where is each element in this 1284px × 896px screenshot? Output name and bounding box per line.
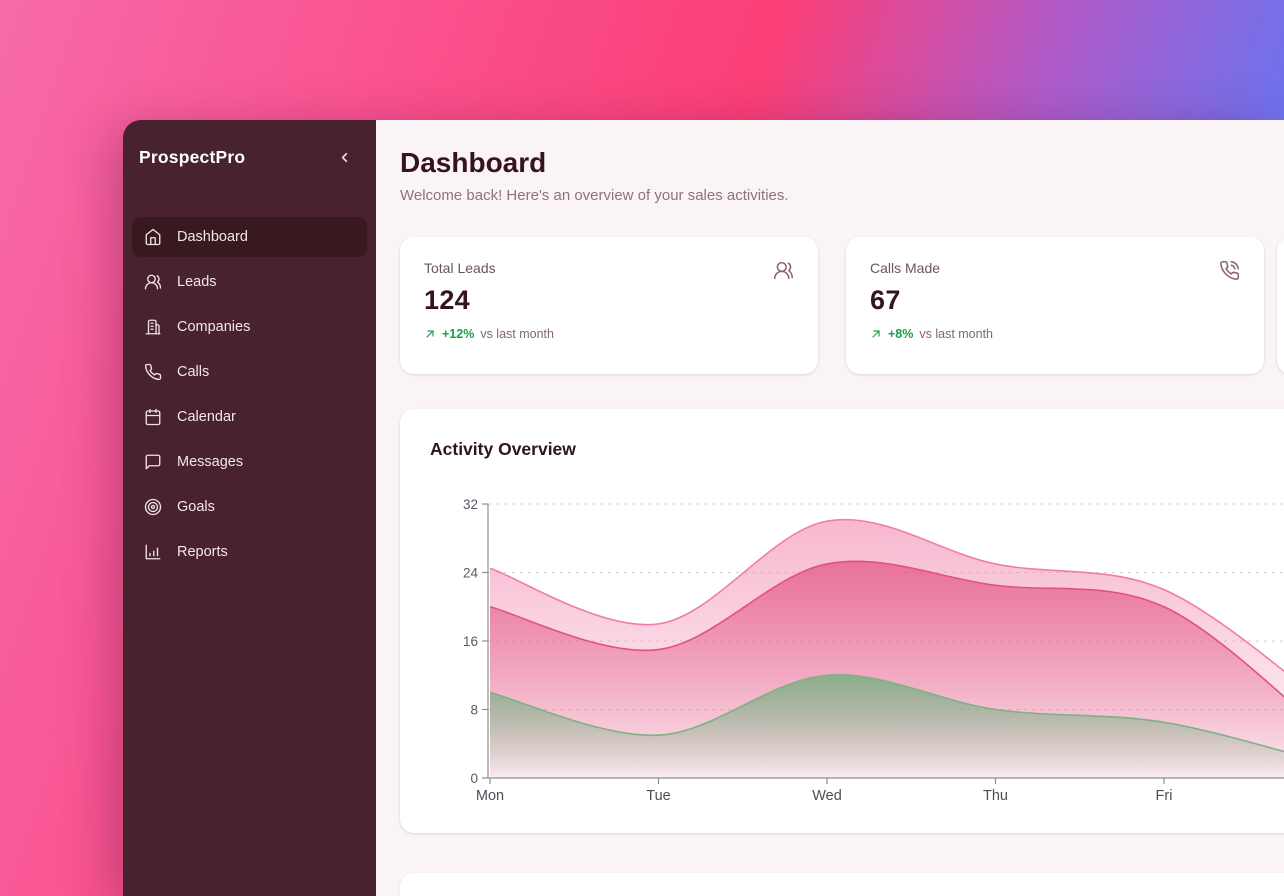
users-round-icon bbox=[773, 260, 794, 281]
page-title: Dashboard bbox=[400, 146, 1284, 180]
svg-text:Mon: Mon bbox=[476, 788, 504, 804]
building-icon bbox=[144, 318, 162, 336]
stat-change-suffix: vs last month bbox=[919, 327, 993, 341]
stats-row: Total Leads 124 +12% vs last month Calls… bbox=[400, 237, 1284, 374]
stat-change-suffix: vs last month bbox=[480, 327, 554, 341]
stat-card-clipped bbox=[1277, 237, 1284, 374]
stat-change: +8% vs last month bbox=[870, 327, 1240, 341]
stat-change-percent: +8% bbox=[888, 327, 913, 341]
stat-change-percent: +12% bbox=[442, 327, 474, 341]
sidebar-collapse-button[interactable] bbox=[333, 146, 356, 169]
next-section-card-clipped bbox=[400, 873, 1284, 896]
sidebar-item-label: Goals bbox=[177, 499, 215, 515]
phone-icon bbox=[144, 363, 162, 381]
svg-text:8: 8 bbox=[470, 703, 478, 718]
svg-text:32: 32 bbox=[463, 497, 478, 512]
sidebar-item-label: Calls bbox=[177, 364, 209, 380]
sidebar-item-label: Dashboard bbox=[177, 229, 248, 245]
svg-text:Fri: Fri bbox=[1156, 788, 1173, 804]
sidebar-item-leads[interactable]: Leads bbox=[132, 262, 367, 302]
activity-overview-card: Activity Overview 08162432MonTueWedThuFr… bbox=[400, 409, 1284, 833]
stat-value: 124 bbox=[424, 285, 794, 316]
page-subtitle: Welcome back! Here's an overview of your… bbox=[400, 185, 1284, 207]
svg-text:16: 16 bbox=[463, 634, 478, 649]
bar-chart-icon bbox=[144, 543, 162, 561]
sidebar-item-label: Calendar bbox=[177, 409, 236, 425]
svg-text:Thu: Thu bbox=[983, 788, 1008, 804]
sidebar-item-calendar[interactable]: Calendar bbox=[132, 397, 367, 437]
main-content: Dashboard Welcome back! Here's an overvi… bbox=[376, 120, 1284, 896]
sidebar-item-companies[interactable]: Companies bbox=[132, 307, 367, 347]
sidebar-item-reports[interactable]: Reports bbox=[132, 532, 367, 572]
stat-card-total-leads: Total Leads 124 +12% vs last month bbox=[400, 237, 818, 374]
sidebar-item-label: Leads bbox=[177, 274, 217, 290]
trend-up-icon bbox=[870, 328, 882, 340]
stat-change: +12% vs last month bbox=[424, 327, 794, 341]
phone-call-icon bbox=[1219, 260, 1240, 281]
stat-label: Calls Made bbox=[870, 260, 1240, 276]
svg-text:0: 0 bbox=[470, 771, 478, 786]
activity-area-chart: 0 8 16 24 32 Mon Tue Wed Thu Fri bbox=[400, 409, 1284, 833]
brand-logo: ProspectPro bbox=[139, 147, 245, 168]
sidebar-header: ProspectPro bbox=[123, 120, 376, 179]
stat-card-calls-made: Calls Made 67 +8% vs last month bbox=[846, 237, 1264, 374]
stat-label: Total Leads bbox=[424, 260, 794, 276]
calendar-icon bbox=[144, 408, 162, 426]
home-icon bbox=[144, 228, 162, 246]
svg-text:24: 24 bbox=[463, 566, 479, 581]
sidebar: ProspectPro Dashboard Leads bbox=[123, 120, 376, 896]
svg-text:Wed: Wed bbox=[812, 788, 842, 804]
sidebar-nav: Dashboard Leads Companies Calls bbox=[123, 217, 376, 572]
users-icon bbox=[144, 273, 162, 291]
trend-up-icon bbox=[424, 328, 436, 340]
sidebar-item-label: Messages bbox=[177, 454, 243, 470]
app-window: ProspectPro Dashboard Leads bbox=[123, 120, 1284, 896]
message-icon bbox=[144, 453, 162, 471]
target-icon bbox=[144, 498, 162, 516]
chevron-left-icon bbox=[337, 150, 352, 165]
sidebar-item-messages[interactable]: Messages bbox=[132, 442, 367, 482]
sidebar-item-dashboard[interactable]: Dashboard bbox=[132, 217, 367, 257]
svg-text:Tue: Tue bbox=[646, 788, 670, 804]
sidebar-item-goals[interactable]: Goals bbox=[132, 487, 367, 527]
sidebar-item-calls[interactable]: Calls bbox=[132, 352, 367, 392]
sidebar-item-label: Reports bbox=[177, 544, 228, 560]
sidebar-item-label: Companies bbox=[177, 319, 250, 335]
stat-value: 67 bbox=[870, 285, 1240, 316]
